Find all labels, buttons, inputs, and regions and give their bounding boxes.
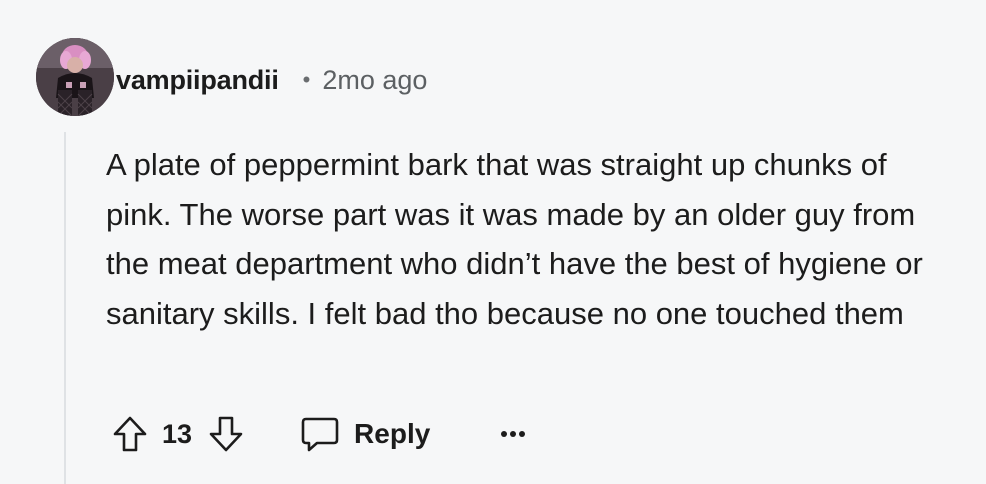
- comment-actions: 13 Reply: [112, 412, 526, 456]
- reply-button[interactable]: Reply: [300, 416, 430, 452]
- ellipsis-icon: [501, 431, 526, 437]
- reply-label: Reply: [354, 418, 431, 449]
- comment-body: A plate of peppermint bark that was stra…: [106, 147, 923, 331]
- speech-bubble-icon: [301, 417, 339, 452]
- more-options-button[interactable]: [500, 412, 526, 456]
- downvote-button[interactable]: [208, 415, 244, 453]
- username[interactable]: vampiipandii: [116, 65, 279, 96]
- arrow-down-outline-icon: [209, 416, 243, 452]
- avatar[interactable]: [36, 38, 114, 116]
- arrow-up-outline-icon: [113, 416, 147, 452]
- vote-score: 13: [162, 418, 193, 449]
- upvote-button[interactable]: [112, 415, 148, 453]
- comment-meta: vampiipandii • 2mo ago: [116, 60, 427, 100]
- timestamp[interactable]: 2mo ago: [322, 65, 427, 96]
- meta-separator: •: [302, 67, 311, 92]
- comment: vampiipandii • 2mo ago A plate of pepper…: [0, 0, 986, 484]
- thread-line[interactable]: [64, 132, 66, 484]
